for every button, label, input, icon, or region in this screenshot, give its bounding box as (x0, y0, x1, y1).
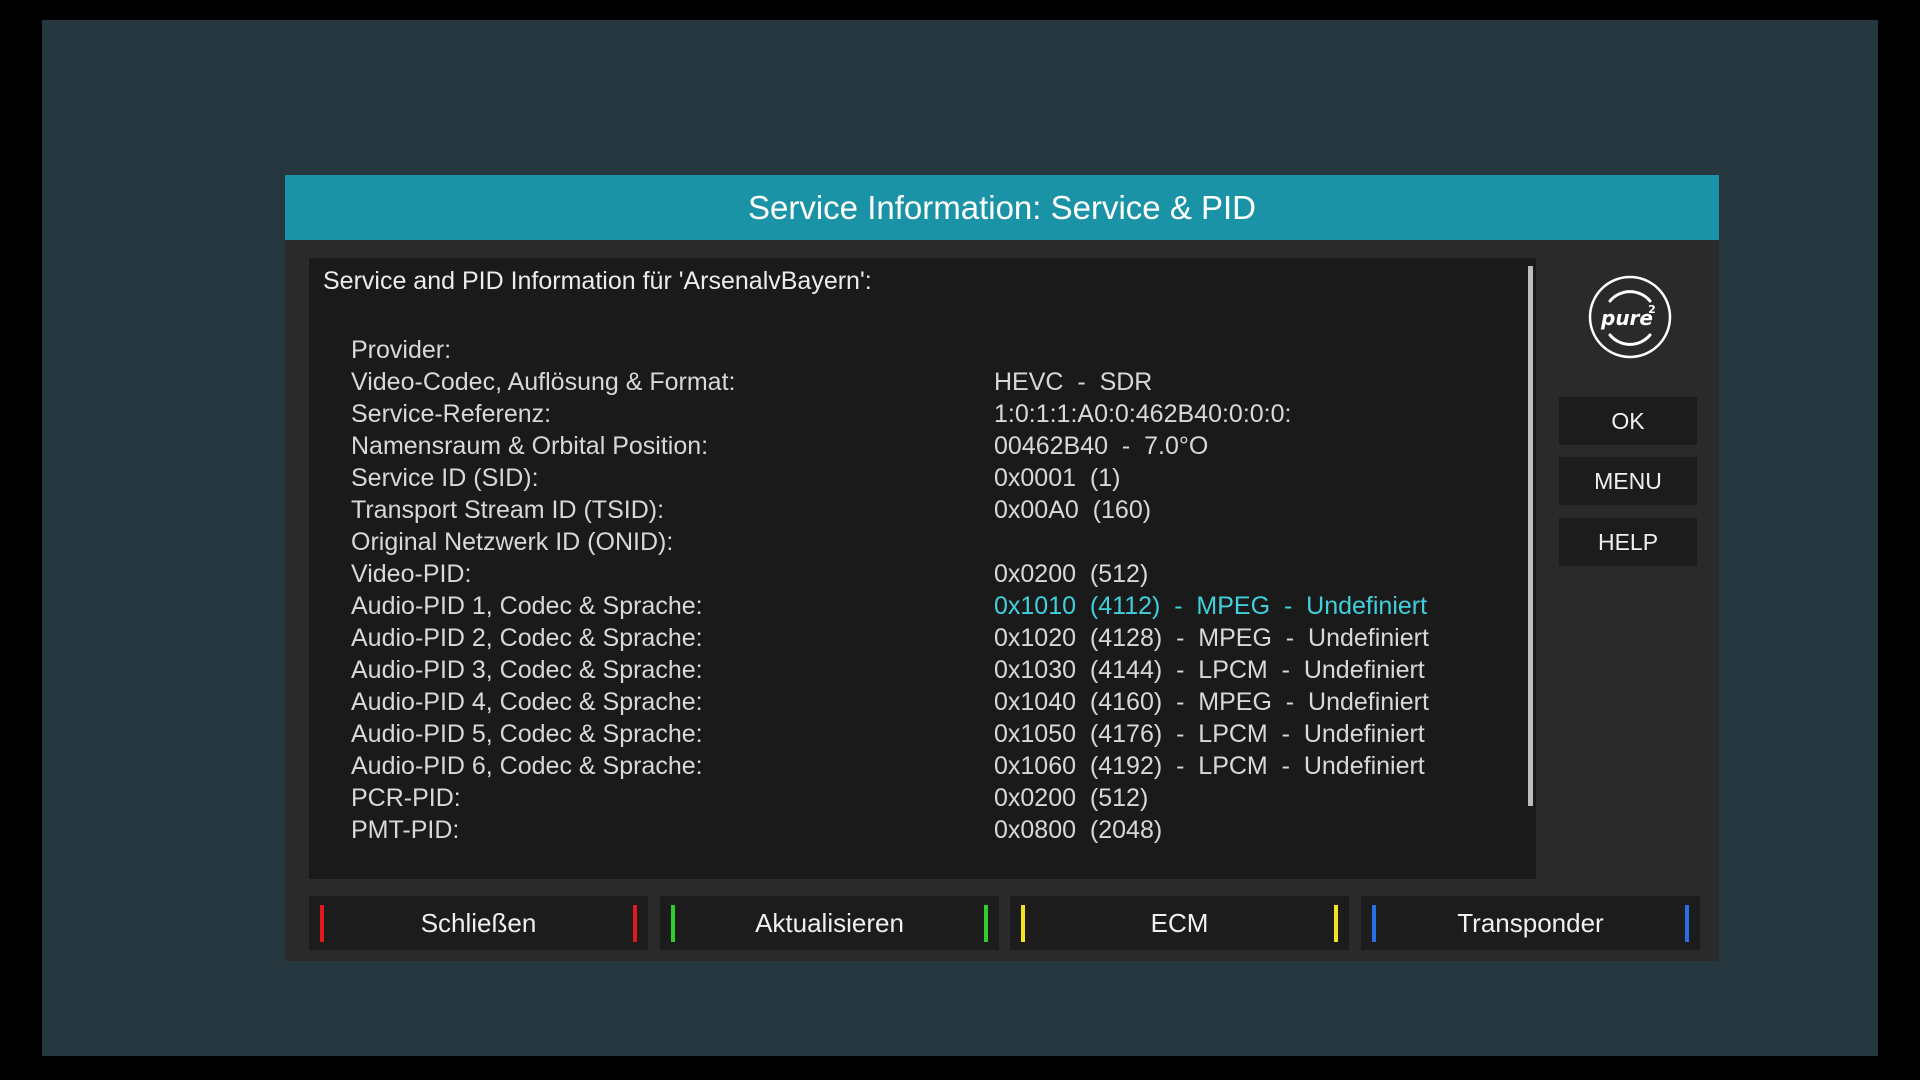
row-value: 0x1010 (4112) - MPEG - Undefiniert (994, 592, 1428, 620)
yellow-marker-left (1021, 905, 1025, 942)
row-value: 0x0200 (512) (994, 784, 1149, 812)
info-heading: Service and PID Information für 'Arsenal… (323, 267, 872, 295)
scrollbar[interactable] (1528, 266, 1533, 806)
menu-button[interactable]: MENU (1559, 457, 1697, 505)
row-value: 0x1020 (4128) - MPEG - Undefiniert (994, 624, 1429, 652)
row-label: Original Netzwerk ID (ONID): (351, 528, 674, 556)
logo-text: pure (1600, 306, 1653, 330)
row-value: HEVC - SDR (994, 368, 1153, 396)
info-row-audio-pid-2[interactable]: Audio-PID 2, Codec & Sprache: 0x1020 (41… (309, 622, 1509, 654)
button-label: Schließen (420, 908, 537, 938)
red-marker-left (320, 905, 324, 942)
blue-transponder-button[interactable]: Transponder (1361, 896, 1700, 950)
green-marker-left (671, 905, 675, 942)
button-label: Transponder (1457, 908, 1604, 938)
help-button[interactable]: HELP (1559, 518, 1697, 566)
row-label: Video-PID: (351, 560, 472, 588)
info-row-pmt-pid[interactable]: PMT-PID: 0x0800 (2048) (309, 814, 1509, 846)
logo-superscript: 2 (1648, 303, 1656, 316)
info-row-audio-pid-5[interactable]: Audio-PID 5, Codec & Sprache: 0x1050 (41… (309, 718, 1509, 750)
row-value: 0x00A0 (160) (994, 496, 1152, 524)
row-value: 0x1050 (4176) - LPCM - Undefiniert (994, 720, 1425, 748)
info-row-provider[interactable]: Provider: (309, 334, 1509, 366)
row-label: Provider: (351, 336, 452, 364)
info-row-service-reference[interactable]: Service-Referenz: 1:0:1:1:A0:0:462B40:0:… (309, 398, 1509, 430)
blue-marker-right (1685, 905, 1689, 942)
row-label: Audio-PID 4, Codec & Sprache: (351, 688, 703, 716)
dialog-title: Service Information: Service & PID (285, 175, 1719, 240)
red-marker-right (633, 905, 637, 942)
info-row-audio-pid-1[interactable]: Audio-PID 1, Codec & Sprache: 0x1010 (41… (309, 590, 1509, 622)
row-label: PCR-PID: (351, 784, 461, 812)
service-info-dialog: Service Information: Service & PID Servi… (285, 175, 1719, 961)
row-label: Audio-PID 6, Codec & Sprache: (351, 752, 703, 780)
green-refresh-button[interactable]: Aktualisieren (660, 896, 999, 950)
info-row-tsid[interactable]: Transport Stream ID (TSID): 0x00A0 (160) (309, 494, 1509, 526)
button-label: ECM (1150, 908, 1209, 938)
info-row-audio-pid-4[interactable]: Audio-PID 4, Codec & Sprache: 0x1040 (41… (309, 686, 1509, 718)
ok-button[interactable]: OK (1559, 397, 1697, 445)
info-row-video-pid[interactable]: Video-PID: 0x0200 (512) (309, 558, 1509, 590)
row-label: Audio-PID 3, Codec & Sprache: (351, 656, 703, 684)
row-value: 0x0200 (512) (994, 560, 1149, 588)
info-row-service-id[interactable]: Service ID (SID): 0x0001 (1) (309, 462, 1509, 494)
button-label: Aktualisieren (755, 908, 904, 938)
row-label: Audio-PID 2, Codec & Sprache: (351, 624, 703, 652)
row-label: Service ID (SID): (351, 464, 539, 492)
info-panel[interactable]: Service and PID Information für 'Arsenal… (309, 258, 1536, 879)
info-row-pcr-pid[interactable]: PCR-PID: 0x0200 (512) (309, 782, 1509, 814)
row-value: 00462B40 - 7.0°O (994, 432, 1209, 460)
yellow-ecm-button[interactable]: ECM (1010, 896, 1349, 950)
row-value: 0x1060 (4192) - LPCM - Undefiniert (994, 752, 1425, 780)
row-value: 1:0:1:1:A0:0:462B40:0:0:0: (994, 400, 1292, 428)
blue-marker-left (1372, 905, 1376, 942)
yellow-marker-right (1334, 905, 1338, 942)
info-row-onid[interactable]: Original Netzwerk ID (ONID): (309, 526, 1509, 558)
row-label: Video-Codec, Auflösung & Format: (351, 368, 736, 396)
info-row-namespace[interactable]: Namensraum & Orbital Position: 00462B40 … (309, 430, 1509, 462)
row-label: Audio-PID 1, Codec & Sprache: (351, 592, 703, 620)
screen-background: Service Information: Service & PID Servi… (42, 20, 1878, 1056)
row-label: PMT-PID: (351, 816, 460, 844)
row-value: 0x1030 (4144) - LPCM - Undefiniert (994, 656, 1425, 684)
row-label: Audio-PID 5, Codec & Sprache: (351, 720, 703, 748)
pure2-logo-icon: pure 2 (1588, 275, 1672, 359)
row-value: 0x1040 (4160) - MPEG - Undefiniert (994, 688, 1429, 716)
row-value: 0x0001 (1) (994, 464, 1121, 492)
red-close-button[interactable]: Schließen (309, 896, 648, 950)
info-row-audio-pid-6[interactable]: Audio-PID 6, Codec & Sprache: 0x1060 (41… (309, 750, 1509, 782)
green-marker-right (984, 905, 988, 942)
info-row-audio-pid-3[interactable]: Audio-PID 3, Codec & Sprache: 0x1030 (41… (309, 654, 1509, 686)
row-label: Namensraum & Orbital Position: (351, 432, 709, 460)
info-row-video-codec[interactable]: Video-Codec, Auflösung & Format: HEVC - … (309, 366, 1509, 398)
row-label: Transport Stream ID (TSID): (351, 496, 665, 524)
row-value: 0x0800 (2048) (994, 816, 1163, 844)
row-label: Service-Referenz: (351, 400, 552, 428)
